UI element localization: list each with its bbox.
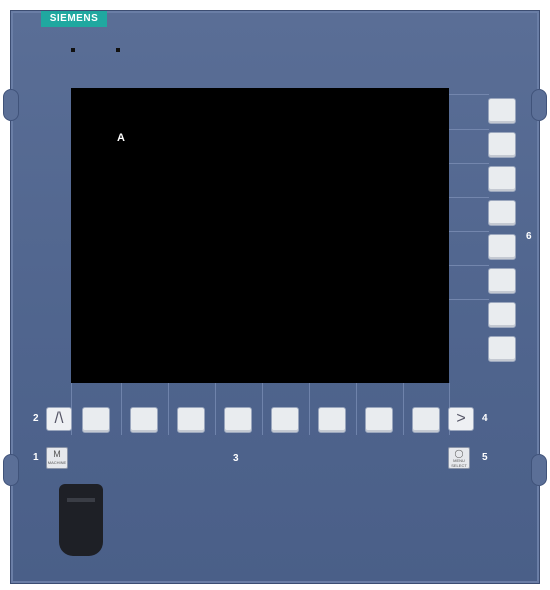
- vertical-softkey-4[interactable]: [488, 200, 516, 226]
- machine-area-key[interactable]: M MACHINE: [46, 447, 68, 469]
- vertical-softkey-3[interactable]: [488, 166, 516, 192]
- vertical-softkey-7[interactable]: [488, 302, 516, 328]
- menu-select-glyph: ◯: [454, 449, 464, 458]
- menu-select-text: MENU SELECT: [451, 458, 467, 468]
- divider: [403, 383, 404, 435]
- horizontal-softkey-5[interactable]: [271, 407, 299, 433]
- machine-key-glyph: M: [53, 449, 61, 459]
- divider: [168, 383, 169, 435]
- screen-label: A: [117, 132, 125, 144]
- mount-notch-right-top: [531, 89, 547, 121]
- callout-3: 3: [233, 453, 239, 464]
- card-slot-opening: [67, 498, 95, 502]
- vertical-softkey-8[interactable]: [488, 336, 516, 362]
- horizontal-softkey-7[interactable]: [365, 407, 393, 433]
- divider: [121, 383, 122, 435]
- recall-key[interactable]: /\: [46, 407, 72, 431]
- divider: [449, 94, 489, 95]
- divider: [449, 231, 489, 232]
- menu-select-key[interactable]: ◯ MENU SELECT: [448, 447, 470, 469]
- divider: [449, 299, 489, 300]
- callout-6: 6: [526, 231, 532, 242]
- divider: [215, 383, 216, 435]
- operator-panel: SIEMENS A /\ > M MACHINE ◯ MENU SELECT 1…: [3, 10, 547, 584]
- horizontal-softkey-1[interactable]: [82, 407, 110, 433]
- divider: [309, 383, 310, 435]
- callout-4: 4: [482, 413, 488, 424]
- divider: [262, 383, 263, 435]
- display-screen: A: [71, 88, 449, 383]
- callout-5: 5: [482, 452, 488, 463]
- cf-card-slot[interactable]: [59, 484, 103, 556]
- machine-key-text: MACHINE: [47, 460, 67, 465]
- callout-2: 2: [33, 413, 39, 424]
- status-led-2: [116, 48, 120, 52]
- divider: [356, 383, 357, 435]
- divider: [449, 197, 489, 198]
- horizontal-softkey-2[interactable]: [130, 407, 158, 433]
- siemens-logo: SIEMENS: [41, 11, 107, 27]
- vertical-softkey-5[interactable]: [488, 234, 516, 260]
- horizontal-softkey-8[interactable]: [412, 407, 440, 433]
- mount-notch-left-top: [3, 89, 19, 121]
- divider: [449, 129, 489, 130]
- vertical-softkey-6[interactable]: [488, 268, 516, 294]
- mount-notch-left-bottom: [3, 454, 19, 486]
- horizontal-softkey-6[interactable]: [318, 407, 346, 433]
- vertical-softkey-2[interactable]: [488, 132, 516, 158]
- divider: [449, 265, 489, 266]
- etc-key[interactable]: >: [448, 407, 474, 431]
- divider: [449, 163, 489, 164]
- horizontal-softkey-4[interactable]: [224, 407, 252, 433]
- status-led-1: [71, 48, 75, 52]
- vertical-softkey-1[interactable]: [488, 98, 516, 124]
- horizontal-softkey-3[interactable]: [177, 407, 205, 433]
- mount-notch-right-bottom: [531, 454, 547, 486]
- callout-1: 1: [33, 452, 39, 463]
